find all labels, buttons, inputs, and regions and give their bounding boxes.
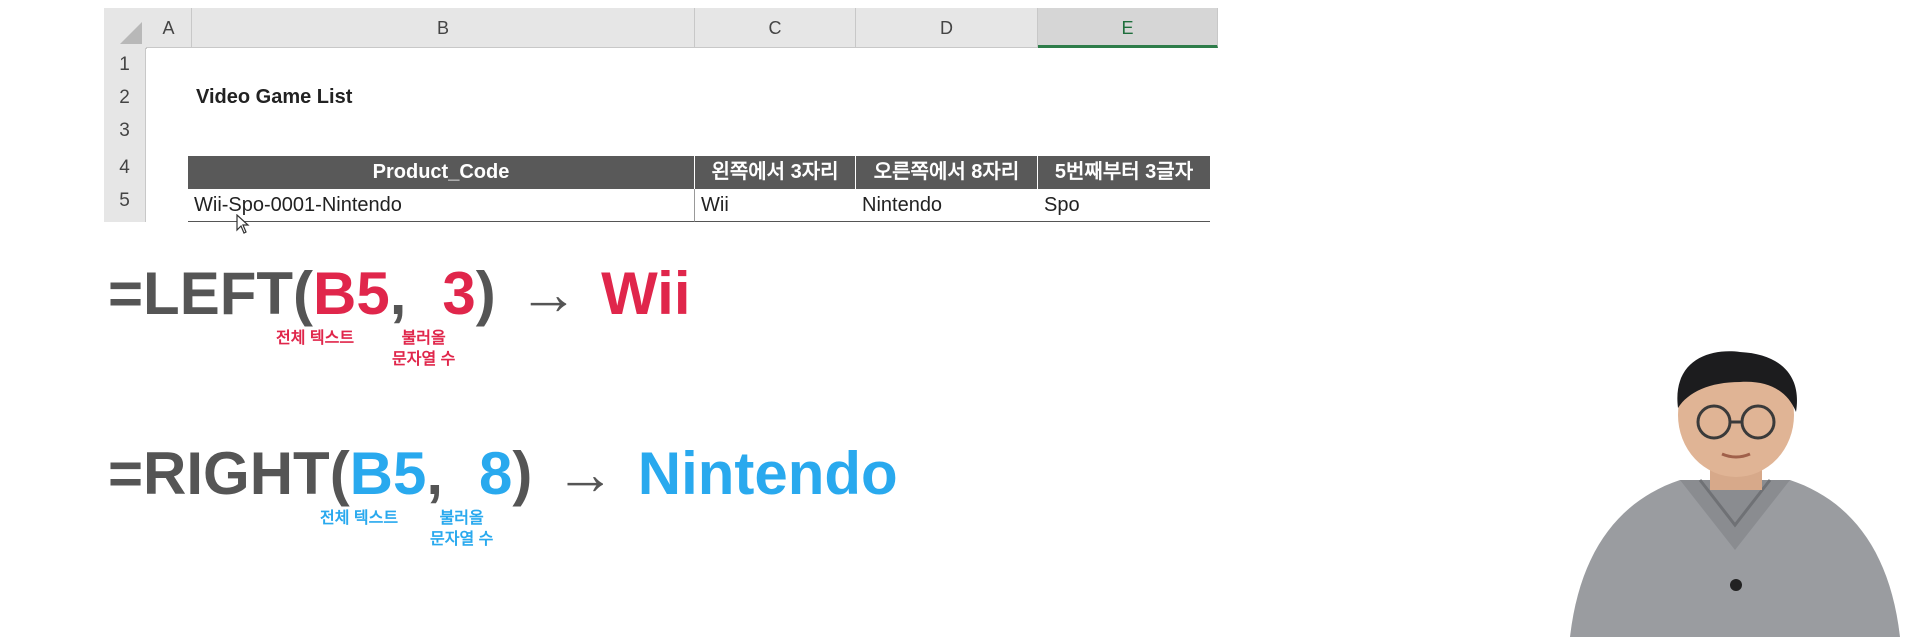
right-formula-arg1: B5 (349, 440, 427, 507)
cell-e5[interactable]: Spo (1038, 189, 1210, 222)
cell-d5[interactable]: Nintendo (856, 189, 1038, 222)
right-formula-result: Nintendo (637, 440, 898, 507)
row-header-3[interactable]: 3 (104, 114, 146, 147)
select-all-button[interactable] (104, 8, 147, 49)
cell-b5[interactable]: Wii-Spo-0001-Nintendo (188, 189, 695, 222)
column-header-a[interactable]: A (146, 8, 192, 48)
right-formula-close: ) (512, 440, 533, 507)
right-formula: =RIGHT(B5, 8) → Nintendo (108, 444, 898, 504)
right-note-full-text: 전체 텍스트 (320, 510, 399, 527)
left-formula-arg2: 3 (442, 260, 476, 327)
header-cell-right-8[interactable]: 오른쪽에서 8자리 (856, 156, 1038, 189)
right-note-count-line1: 불러올 (439, 510, 484, 527)
right-formula-arrow-icon: → (555, 440, 616, 507)
mouse-cursor-icon (236, 214, 250, 234)
row-header-2[interactable]: 2 (104, 81, 146, 114)
presenter-video (1570, 351, 1900, 637)
header-cell-product-code[interactable]: Product_Code (188, 156, 695, 189)
sheet-title-cell[interactable]: Video Game List (192, 86, 352, 109)
column-header-d[interactable]: D (856, 8, 1038, 48)
left-note-count: 불러올 문자열 수 (392, 328, 455, 370)
column-header-b[interactable]: B (192, 8, 695, 48)
header-cell-mid-3[interactable]: 5번째부터 3글자 (1038, 156, 1210, 189)
column-header-e[interactable]: E (1038, 8, 1218, 48)
header-cell-left-3[interactable]: 왼쪽에서 3자리 (695, 156, 856, 189)
column-header-c[interactable]: C (695, 8, 856, 48)
cell-c5[interactable]: Wii (695, 189, 856, 222)
left-formula-arrow-icon: → (518, 260, 579, 327)
left-formula-result: Wii (601, 260, 691, 327)
left-formula: =LEFT(B5, 3) → Wii (108, 264, 691, 324)
left-formula-prefix: =LEFT( (108, 260, 313, 327)
select-all-corner-icon (120, 22, 142, 44)
left-note-count-line2: 문자열 수 (392, 351, 456, 368)
right-formula-comma: , (426, 440, 444, 507)
row-header-4[interactable]: 4 (104, 147, 146, 180)
row-header-5[interactable]: 5 (104, 180, 146, 222)
right-formula-arg2: 8 (479, 440, 513, 507)
left-formula-close: ) (475, 260, 496, 327)
row-header-1[interactable]: 1 (104, 48, 146, 81)
left-note-full-text: 전체 텍스트 (276, 330, 355, 347)
right-note-count-line2: 문자열 수 (430, 531, 494, 548)
left-formula-arg1: B5 (313, 260, 390, 327)
spreadsheet: A B C D E 1 2 3 4 5 Video Game List Prod… (104, 8, 1218, 222)
right-note-count: 불러올 문자열 수 (430, 508, 493, 550)
left-formula-comma: , (389, 260, 407, 327)
right-formula-prefix: =RIGHT( (108, 440, 350, 507)
left-note-count-line1: 불러올 (401, 330, 446, 347)
